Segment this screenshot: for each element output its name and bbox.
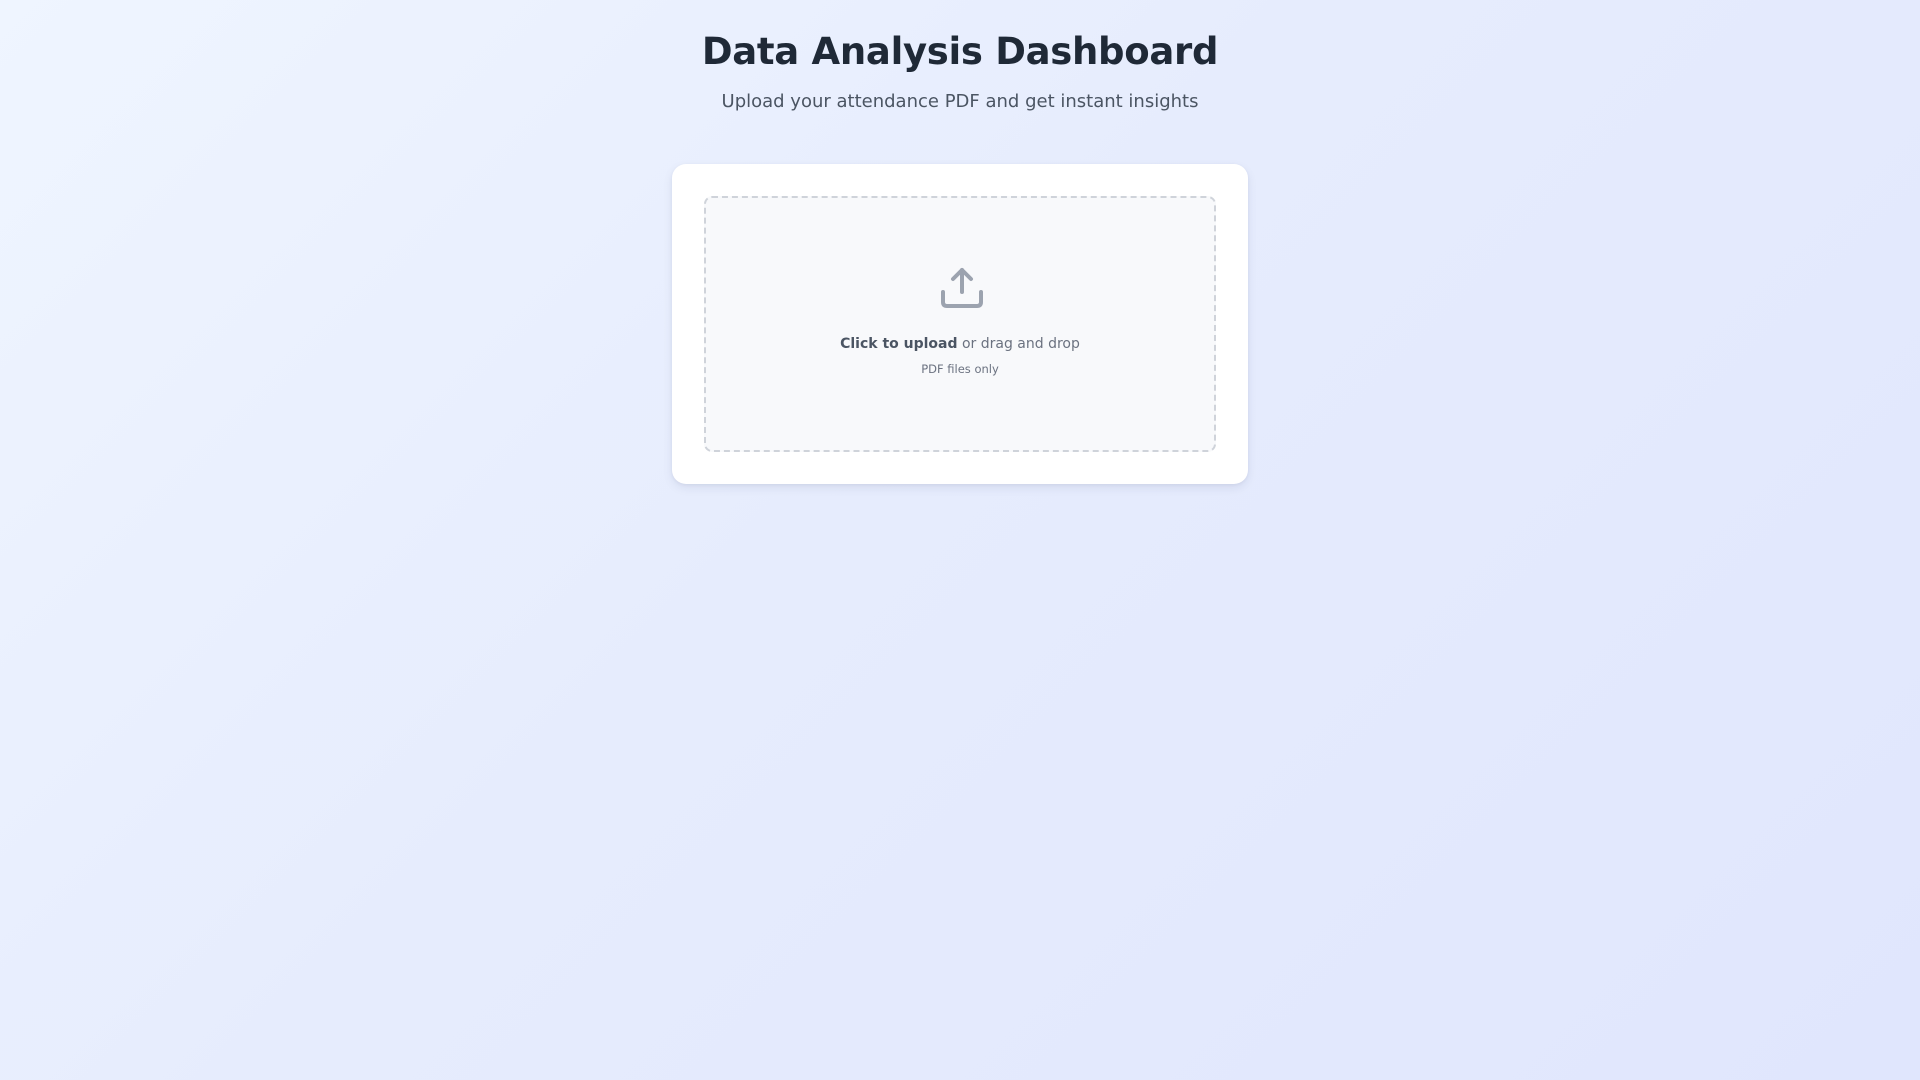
file-dropzone[interactable]: Click to upload or drag and drop PDF fil…: [704, 196, 1216, 452]
file-type-hint: PDF files only: [921, 362, 999, 376]
page-title: Data Analysis Dashboard: [701, 30, 1219, 73]
page-subtitle: Upload your attendance PDF and get insta…: [721, 91, 1199, 112]
drag-and-drop-text: or drag and drop: [957, 336, 1080, 352]
upload-prompt: Click to upload or drag and drop: [706, 334, 1214, 354]
upload-icon: [940, 266, 984, 310]
click-to-upload-link[interactable]: Click to upload: [840, 336, 957, 352]
upload-card: Click to upload or drag and drop PDF fil…: [672, 164, 1248, 484]
page: Data Analysis Dashboard Upload your atte…: [0, 0, 1920, 1080]
